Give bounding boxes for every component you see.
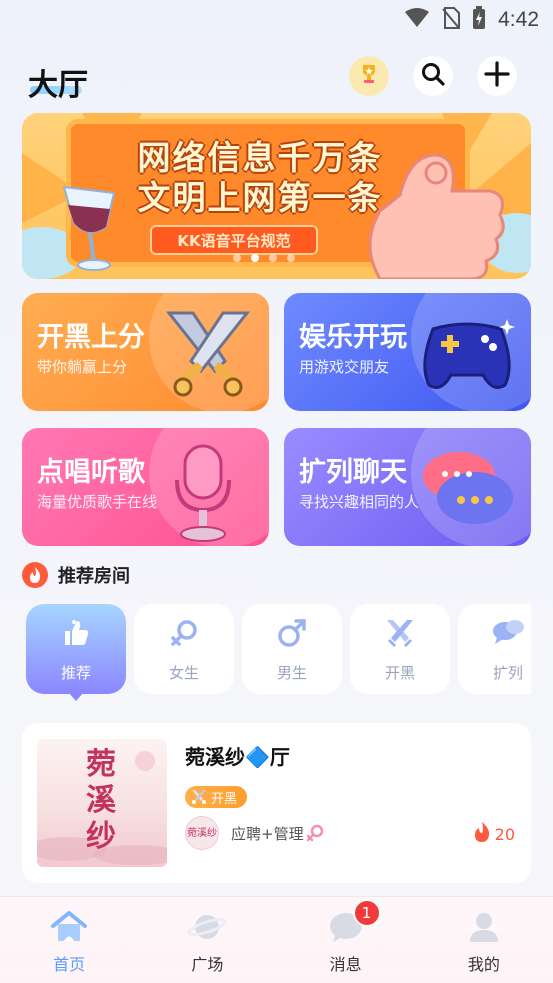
swords-icon — [191, 789, 207, 809]
heat-value: 20 — [494, 824, 515, 844]
banner-dots — [233, 254, 295, 262]
tab-label: 开黑 — [384, 664, 415, 682]
category-subtitle: 用游戏交朋友 — [299, 358, 390, 376]
category-title: 扩列聊天 — [299, 457, 407, 488]
category-subtitle: 海量优质歌手在线 — [37, 493, 158, 511]
nav-label: 我的 — [467, 955, 500, 974]
thumbs-up-icon — [61, 616, 91, 650]
female-icon — [168, 616, 200, 650]
nav-item-messages[interactable]: 1 消息 — [277, 897, 415, 983]
chat-icon — [491, 616, 525, 650]
banner-tag: KK语音平台规范 — [150, 225, 318, 255]
status-bar: 4:42 — [0, 0, 553, 40]
room-tag-label: 开黑 — [211, 791, 238, 807]
page-title: 大厅 — [28, 68, 88, 103]
tab-label: 女生 — [168, 664, 199, 682]
no-sim-icon — [442, 7, 461, 33]
chat-bubble-icon — [419, 446, 515, 536]
nav-item-home[interactable]: 首页 — [0, 897, 138, 983]
trophy-icon — [357, 62, 381, 90]
female-icon — [305, 823, 325, 847]
category-subtitle: 寻找兴趣相同的人 — [299, 493, 420, 511]
host-avatar[interactable]: 菀溪纱 — [185, 816, 219, 850]
category-title: 点唱听歌 — [37, 457, 145, 488]
home-icon — [50, 909, 88, 945]
male-icon — [276, 616, 308, 650]
category-card-kuolie[interactable]: 扩列聊天 寻找兴趣相同的人 — [284, 428, 531, 546]
gamepad-icon — [419, 315, 515, 399]
fire-icon — [22, 562, 48, 588]
header: 大厅 — [0, 52, 553, 103]
banner-dot[interactable] — [287, 254, 295, 262]
category-card-kaihei[interactable]: 开黑上分 带你躺赢上分 — [22, 293, 269, 411]
nav-label: 首页 — [53, 955, 86, 974]
search-icon — [420, 61, 446, 91]
nav-label: 广场 — [191, 955, 224, 974]
tab-kaihei[interactable]: 开黑 — [350, 604, 450, 694]
search-button[interactable] — [413, 56, 453, 96]
nav-label: 消息 — [329, 955, 362, 974]
nav-item-profile[interactable]: 我的 — [415, 897, 553, 983]
category-card-dianchang[interactable]: 点唱听歌 海量优质歌手在线 — [22, 428, 269, 546]
tab-label: 扩列 — [492, 664, 523, 682]
battery-charging-icon — [472, 6, 486, 34]
room-heat: 20 — [473, 821, 515, 847]
microphone-icon — [163, 440, 243, 546]
add-button[interactable] — [477, 56, 517, 96]
room-filter-tabs: 推荐 女生 男生 开黑 扩列 — [26, 604, 531, 704]
tab-kuolie[interactable]: 扩列 — [458, 604, 531, 694]
thumbs-up-hand-icon — [340, 135, 510, 279]
bottom-nav: 首页 广场 1 消息 我的 — [0, 896, 553, 983]
swords-icon — [163, 305, 253, 405]
banner-dot[interactable] — [233, 254, 241, 262]
trophy-button[interactable] — [349, 56, 389, 96]
active-tab-pointer — [68, 692, 84, 701]
category-card-yule[interactable]: 娱乐开玩 用游戏交朋友 — [284, 293, 531, 411]
room-card[interactable]: 菀溪纱 菀溪纱🔷厅 开黑 菀溪纱 应聘+管理 20 — [22, 723, 531, 883]
tab-label: 男生 — [276, 664, 307, 682]
tab-nansheng[interactable]: 男生 — [242, 604, 342, 694]
message-badge: 1 — [352, 899, 381, 927]
add-icon — [484, 61, 510, 91]
fire-icon — [473, 821, 491, 847]
planet-icon — [187, 909, 228, 945]
room-cover-image: 菀溪纱 — [37, 739, 167, 867]
wifi-icon — [404, 8, 430, 32]
profile-icon — [467, 909, 501, 945]
status-time: 4:42 — [498, 8, 539, 31]
banner-dot[interactable] — [269, 254, 277, 262]
category-title: 娱乐开玩 — [299, 322, 407, 353]
tab-nvsheng[interactable]: 女生 — [134, 604, 234, 694]
host-name: 应聘+管理 — [231, 825, 304, 843]
crossed-swords-icon — [384, 616, 416, 650]
room-cover-text: 菀溪纱 — [86, 747, 116, 854]
banner-dot-active[interactable] — [251, 254, 259, 262]
room-name: 菀溪纱🔷厅 — [185, 745, 290, 769]
tab-tuijian[interactable]: 推荐 — [26, 604, 126, 694]
category-title: 开黑上分 — [37, 322, 145, 353]
category-subtitle: 带你躺赢上分 — [37, 358, 128, 376]
wine-glass-icon — [58, 183, 122, 277]
section-title: 推荐房间 — [58, 566, 130, 587]
nav-item-square[interactable]: 广场 — [138, 897, 276, 983]
tab-label: 推荐 — [60, 664, 91, 682]
recommend-section-header: 推荐房间 — [22, 560, 130, 590]
room-category-tag: 开黑 — [185, 786, 248, 809]
